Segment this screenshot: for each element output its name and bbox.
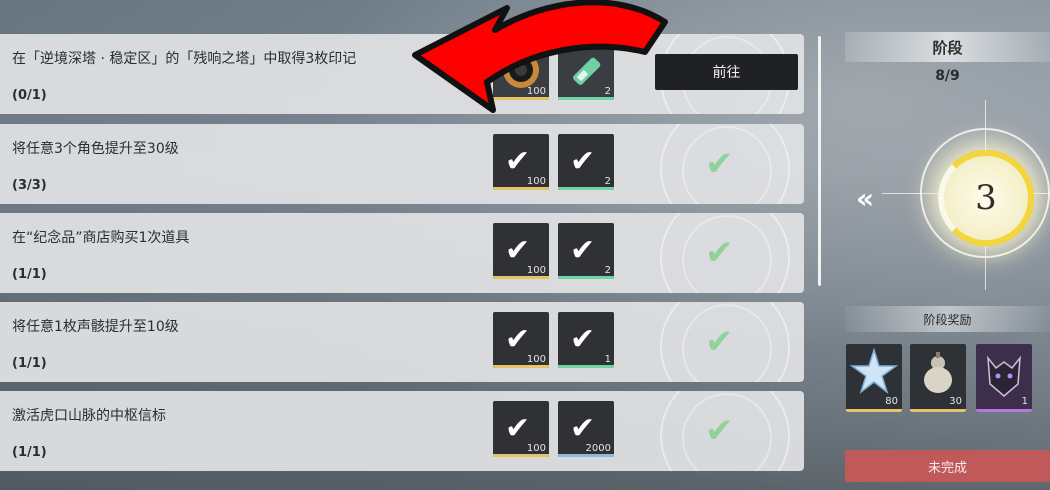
rarity-bar [976,409,1032,412]
double-chevron-left-icon[interactable]: « [856,182,874,215]
completed-check-icon: ✔ [705,233,734,273]
completed-check-icon: ✔ [705,144,734,184]
reward-count: 100 [526,354,546,365]
task-title: 将任意1枚声骸提升至10级 [12,319,179,335]
rarity-bar [558,365,614,368]
check-icon: ✔ [570,233,596,268]
completed-check-icon: ✔ [705,322,734,362]
reward-item-claimed: ✔ 2000 [558,401,614,457]
task-row: 在“纪念品”商店购买1次道具 (1/1) ✔ 100 ✔ 2 ✔ [0,213,804,293]
check-icon: ✔ [570,322,596,357]
reward-item-claimed: ✔ 100 [493,401,549,457]
creature-portrait-icon [987,355,1021,397]
task-progress: (0/1) [12,88,47,103]
current-stage-number: 3 [975,178,997,218]
check-icon: ✔ [570,411,596,446]
task-title: 在“纪念品”商店购买1次道具 [12,230,190,246]
stage-reward-item[interactable]: 80 [846,344,902,412]
reward-item-claimed: ✔ 2 [558,223,614,279]
reward-item-claimed: ✔ 100 [493,312,549,368]
scrollbar[interactable] [818,36,821,286]
incomplete-status-button[interactable]: 未完成 [845,450,1050,482]
completed-check-icon: ✔ [705,411,734,451]
stage-reward-item[interactable]: 1 [976,344,1032,412]
reward-count: 100 [526,265,546,276]
gourd-icon [924,352,952,393]
check-icon: ✔ [505,144,531,179]
stage-rewards-label: 阶段奖励 [845,306,1050,332]
rarity-bar [493,97,549,100]
rarity-bar [493,187,549,190]
reward-count: 2 [604,176,611,187]
reward-item-claimed: ✔ 100 [493,223,549,279]
task-progress: (1/1) [12,356,47,371]
reward-count: 2000 [585,443,611,454]
reward-count: 100 [526,86,546,97]
check-icon: ✔ [570,144,596,179]
reward-item-claimed: ✔ 1 [558,312,614,368]
stage-panel: 阶段 8/9 « 3 阶段奖励 80 30 1 未完成 [840,0,1050,490]
task-row: 在「逆境深塔 · 稳定区」的「残响之塔」中取得3枚印记 (0/1) 100 2 … [0,34,804,114]
star-crystal-icon [849,347,899,395]
task-progress: (1/1) [12,267,47,282]
rarity-bar [493,365,549,368]
reward-count: 30 [949,396,962,407]
rarity-bar [493,276,549,279]
rarity-bar [910,409,966,412]
task-progress: (1/1) [12,445,47,460]
reward-item[interactable]: 100 [493,44,549,100]
rarity-bar [558,454,614,457]
check-icon: ✔ [505,322,531,357]
task-progress: (3/3) [12,178,47,193]
go-button[interactable]: 前往 [655,54,798,90]
stage-count: 8/9 [935,68,960,84]
rarity-bar [558,187,614,190]
rarity-bar [846,409,902,412]
check-icon: ✔ [505,233,531,268]
reward-count: 2 [604,86,611,97]
task-row: 将任意3个角色提升至30级 (3/3) ✔ 100 ✔ 2 ✔ [0,124,804,204]
task-row: 将任意1枚声骸提升至10级 (1/1) ✔ 100 ✔ 1 ✔ [0,302,804,382]
task-title: 激活虎口山脉的中枢信标 [12,408,166,424]
reward-count: 100 [526,443,546,454]
reward-count: 1 [1021,396,1028,407]
check-icon: ✔ [505,411,531,446]
reward-count: 1 [604,354,611,365]
rarity-bar [558,276,614,279]
reward-item-claimed: ✔ 2 [558,134,614,190]
reward-item-claimed: ✔ 100 [493,134,549,190]
reward-count: 100 [526,176,546,187]
stage-reward-item[interactable]: 30 [910,344,966,412]
task-row: 激活虎口山脉的中枢信标 (1/1) ✔ 100 ✔ 2000 ✔ [0,391,804,471]
reward-item[interactable]: 2 [558,44,614,100]
task-title: 将任意3个角色提升至30级 [12,141,179,157]
reward-count: 2 [604,265,611,276]
rarity-bar [558,97,614,100]
rarity-bar [493,454,549,457]
reward-count: 80 [885,396,898,407]
task-title: 在「逆境深塔 · 稳定区」的「残响之塔」中取得3枚印记 [12,51,357,67]
stage-title: 阶段 [845,32,1050,62]
